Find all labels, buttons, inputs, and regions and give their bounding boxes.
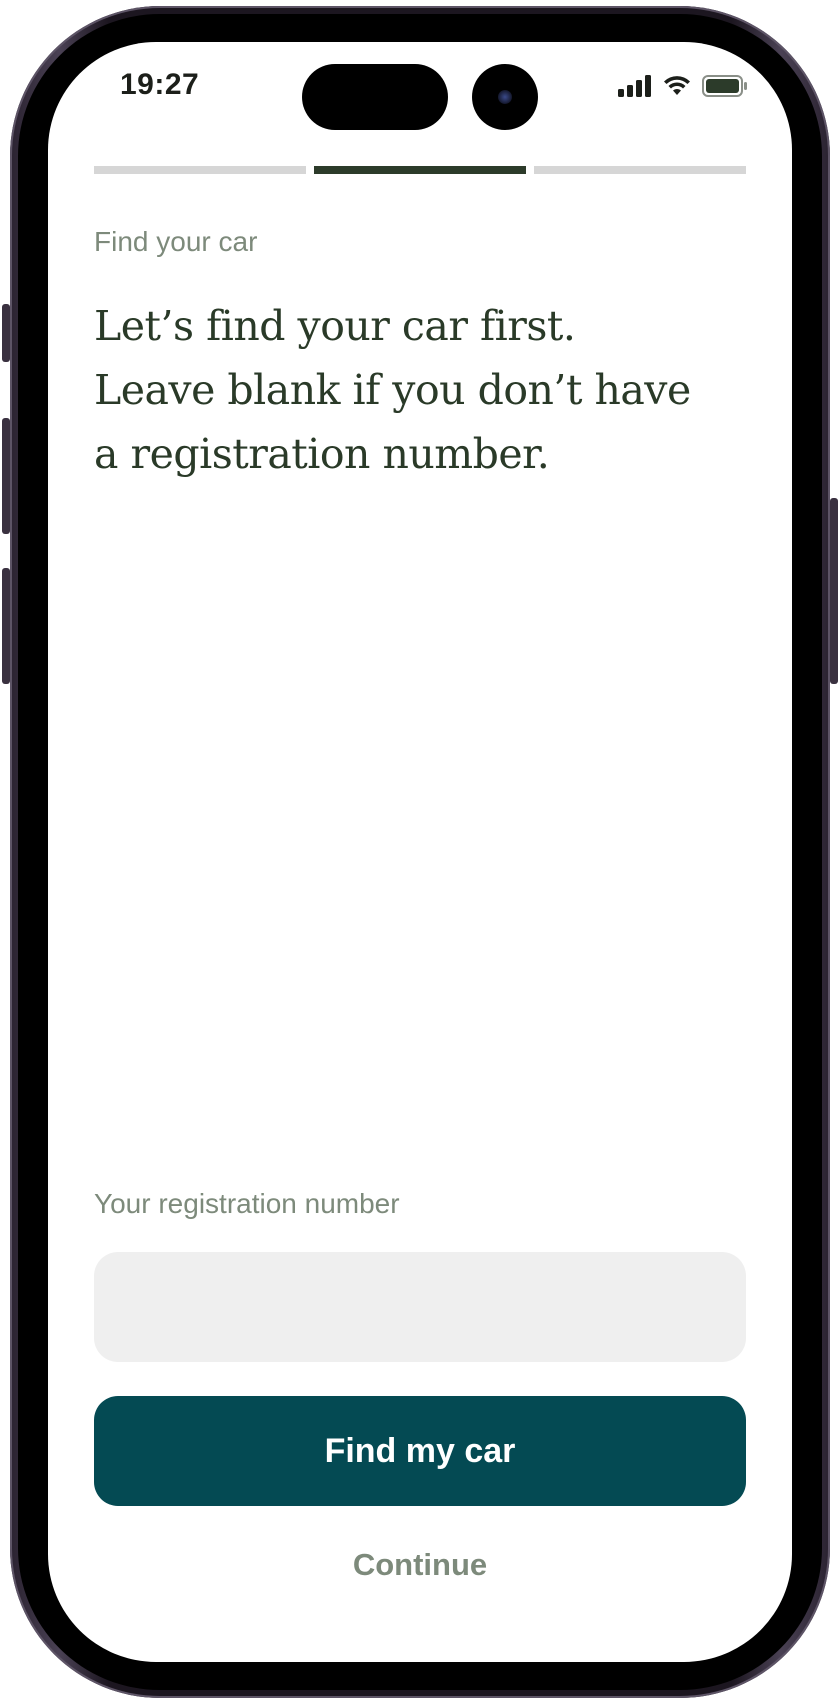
headline-line-3: a registration number. <box>94 430 550 478</box>
status-icons <box>618 74 748 98</box>
step-title: Find your car <box>94 226 258 257</box>
status-time: 19:27 <box>120 68 200 101</box>
progress-step-1 <box>94 166 306 174</box>
silent-switch <box>2 304 10 362</box>
continue-button[interactable]: Continue <box>94 1540 746 1590</box>
battery-icon <box>702 75 747 97</box>
app-screen: 19:27 Find your car Let’s find your car … <box>48 42 792 1662</box>
headline-line-1: Let’s find your car first. <box>94 302 576 350</box>
power-button <box>830 498 838 684</box>
registration-input[interactable] <box>94 1252 746 1362</box>
headline: Let’s find your car first. Leave blank i… <box>94 294 734 486</box>
wifi-icon <box>664 76 690 95</box>
progress-step-2 <box>314 166 526 174</box>
progress-step-3 <box>534 166 746 174</box>
dynamic-island <box>302 64 448 130</box>
registration-label: Your registration number <box>94 1188 400 1219</box>
find-my-car-button[interactable]: Find my car <box>94 1396 746 1506</box>
volume-up-button <box>2 418 10 534</box>
headline-line-2: Leave blank if you don’t have <box>94 366 691 414</box>
volume-down-button <box>2 568 10 684</box>
cellular-signal-icon <box>618 75 651 97</box>
step-progress <box>94 166 746 174</box>
front-camera <box>472 64 538 130</box>
